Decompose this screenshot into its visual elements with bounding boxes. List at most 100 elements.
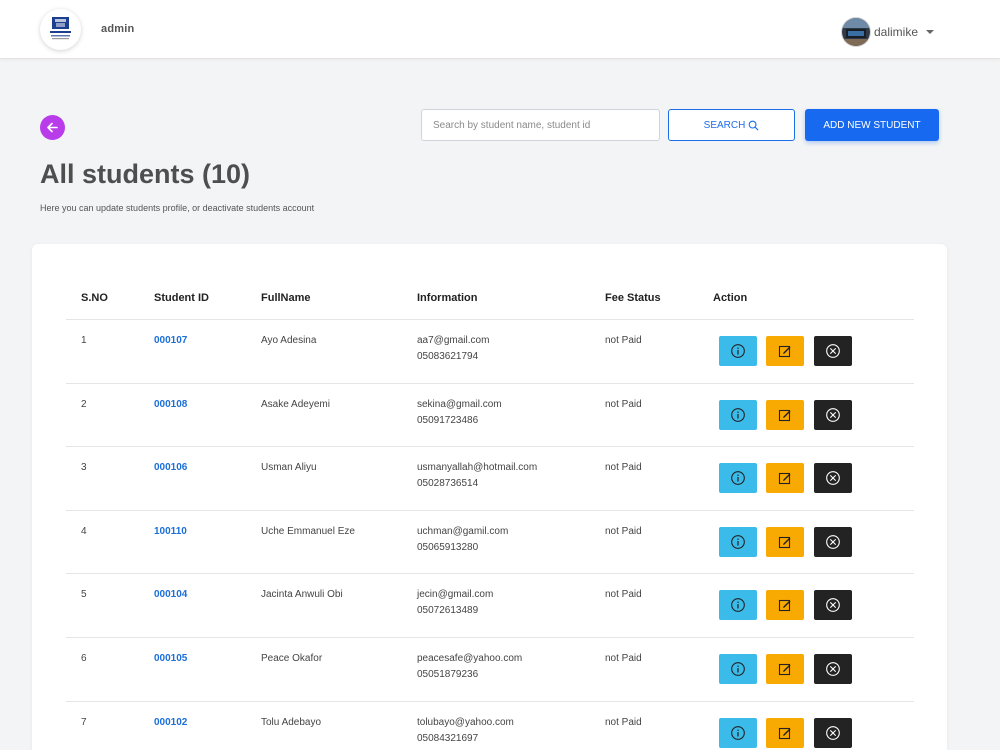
cell-fullname: Uche Emmanuel Eze [261,525,355,537]
cell-fullname: Usman Aliyu [261,462,317,474]
edit-icon [777,661,793,677]
cell-email: jecin@gmail.com [417,589,494,601]
edit-student-button[interactable] [766,336,804,366]
close-circle-icon [825,725,841,741]
view-info-button[interactable] [719,336,757,366]
search-button[interactable]: SEARCH [668,109,795,141]
back-button[interactable] [40,115,65,140]
cell-information: tolubayo@yahoo.com 05084321697 [417,715,514,747]
cell-student-id-link[interactable]: 000105 [154,651,187,667]
cell-sno: 5 [81,589,87,601]
cell-fee-status: not Paid [605,462,642,474]
view-info-button[interactable] [719,399,757,430]
info-icon [730,597,746,613]
column-header-student-id: Student ID [154,292,209,304]
cell-email: aa7@gmail.com [417,335,490,346]
cell-sno: 3 [81,462,87,474]
cell-fullname: Asake Adeyemi [261,398,330,410]
top-navbar: admin dalimike [0,0,1000,59]
table-row: 2 000108 Asake Adeyemi sekina@gmail.com 0509… [66,382,914,447]
cell-student-id-link[interactable]: 000106 [154,460,187,476]
cell-sno: 2 [81,398,87,410]
close-circle-icon [825,661,841,677]
avatar [841,18,870,46]
deactivate-student-button[interactable] [814,399,852,430]
table-row: 4 100110 Uche Emmanuel Eze uchman@gamil.com… [66,509,914,574]
view-info-button[interactable] [719,717,757,748]
edit-student-button[interactable] [766,399,804,430]
deactivate-student-button[interactable] [814,336,852,366]
deactivate-student-button[interactable] [814,717,852,748]
cell-sno: 7 [81,716,87,728]
search-input[interactable] [421,109,660,141]
info-icon [730,343,746,359]
cell-fee-status: not Paid [605,589,642,601]
info-icon [730,661,746,677]
cell-email: sekina@gmail.com [417,398,502,410]
cell-student-id-link[interactable]: 000102 [154,715,187,731]
cell-phone: 05065913280 [417,541,479,553]
table-row: 5 000104 Jacinta Anwuli Obi jecin@gmail.com… [66,573,914,637]
chevron-down-icon [926,30,934,34]
edit-icon [777,470,793,486]
cell-email: usmanyallah@hotmail.com [417,462,538,474]
cell-information: aa7@gmail.com 05083621794 [417,333,489,365]
cell-information: uchman@gamil.com 05065913280 [417,524,508,556]
cell-sno: 6 [81,653,87,664]
page-subtitle: Here you can update students profile, or… [40,203,315,213]
column-header-fee-status: Fee Status [605,292,661,304]
edit-student-button[interactable] [766,654,804,684]
cell-fee-status: not Paid [605,335,642,346]
cell-student-id-link[interactable]: 000104 [154,587,187,603]
edit-student-button[interactable] [766,463,804,494]
cell-email: peacesafe@yahoo.com [417,653,523,664]
deactivate-student-button[interactable] [814,654,852,684]
cell-email: uchman@gamil.com [417,525,509,537]
cell-student-id-link[interactable]: 100110 [154,524,187,540]
edit-student-button[interactable] [766,717,804,748]
column-header-action: Action [713,292,748,304]
search-icon [748,120,759,130]
add-student-button[interactable]: ADD NEW STUDENT [805,109,939,141]
cell-phone: 05084321697 [417,732,479,744]
view-info-button[interactable] [719,526,757,557]
close-circle-icon [825,343,841,359]
university-logo-icon[interactable] [40,9,81,50]
cell-email: tolubayo@yahoo.com [417,716,514,728]
view-info-button[interactable] [719,654,757,684]
deactivate-student-button[interactable] [814,590,852,621]
edit-icon [777,597,793,613]
user-name: dalimike [873,25,918,39]
cell-phone: 05091723486 [417,414,479,426]
cell-sno: 1 [81,335,87,346]
view-info-button[interactable] [719,463,757,494]
cell-information: jecin@gmail.com 05072613489 [417,587,493,619]
cell-phone: 05051879236 [417,669,479,680]
user-menu[interactable]: dalimike [841,18,934,46]
table-row: 7 000102 Tolu Adebayo tolubayo@yahoo.com 050… [66,700,914,750]
close-circle-icon [825,407,841,423]
edit-student-button[interactable] [766,590,804,621]
deactivate-student-button[interactable] [814,463,852,494]
table-row: 3 000106 Usman Aliyu usmanyallah@hotmail.co… [66,446,914,510]
cell-sno: 4 [81,525,87,537]
search-button-label: SEARCH [703,119,746,131]
deactivate-student-button[interactable] [814,526,852,557]
cell-fee-status: not Paid [605,653,642,664]
cell-student-id-link[interactable]: 000108 [154,397,187,413]
cell-fullname: Peace Okafor [261,653,323,664]
cell-fullname: Tolu Adebayo [261,716,322,728]
view-info-button[interactable] [719,590,757,621]
edit-student-button[interactable] [766,526,804,557]
cell-student-id-link[interactable]: 000107 [154,333,187,349]
edit-icon [777,343,793,359]
column-header-information: Information [417,292,478,304]
cell-information: usmanyallah@hotmail.com 05028736514 [417,460,537,492]
column-header-fullname: FullName [261,292,311,304]
close-circle-icon [825,597,841,613]
cell-fee-status: not Paid [605,716,642,728]
cell-phone: 05028736514 [417,478,479,490]
edit-icon [777,725,793,741]
table-row: 6 000105 Peace Okafor peacesafe@yahoo.com 05… [66,637,914,701]
cell-information: peacesafe@yahoo.com 05051879236 [417,651,522,683]
